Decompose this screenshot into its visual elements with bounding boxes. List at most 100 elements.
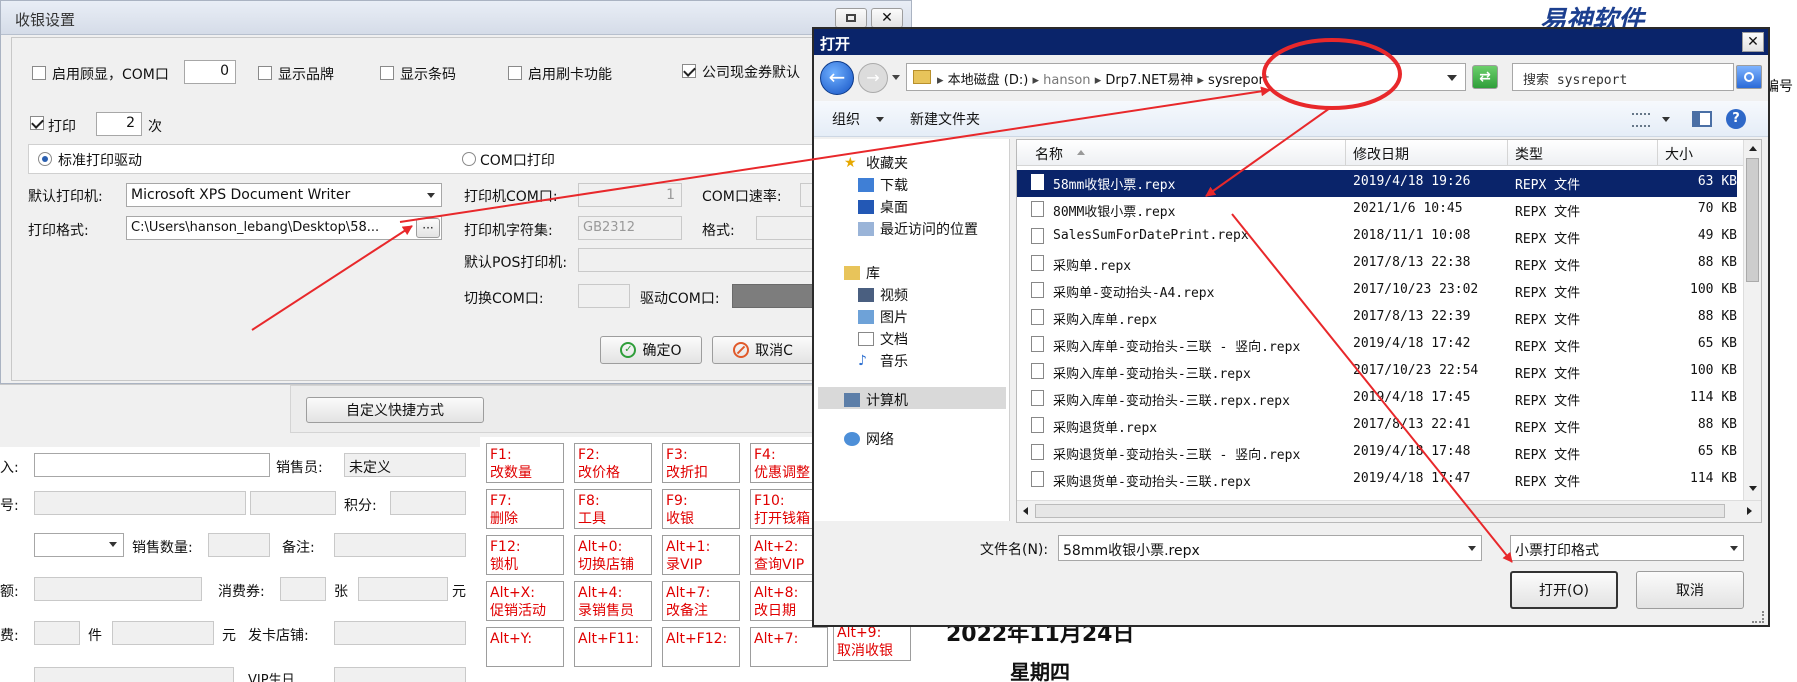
close-button[interactable]: ✕ [871,8,903,28]
charset-input[interactable]: GB2312 [578,216,682,240]
salesperson-field[interactable]: 未定义 [344,453,466,477]
print-count-input[interactable]: 2 [96,112,142,136]
file-type-select[interactable]: 小票打印格式 [1510,535,1744,561]
nav-videos[interactable]: 视频 [858,285,908,305]
nav-music[interactable]: ♪ 音乐 [858,351,908,371]
organize-menu[interactable]: 组织 [832,109,860,129]
nav-libraries[interactable]: 库 [844,263,880,283]
address-bar[interactable]: ▸ 本地磁盘 (D:) ▸ hanson ▸ Drp7.NET易神 ▸ sysr… [906,63,1466,91]
switch-com-input[interactable] [578,284,630,308]
qty-field[interactable] [34,621,80,645]
custom-shortcut-button[interactable]: 自定义快捷方式 [306,397,484,423]
shortcut-key[interactable]: F3: 改折扣 [662,443,740,483]
issue-store-field[interactable] [334,621,466,645]
file-row[interactable]: 采购退货单-变动抬头-三联.repx 2019/4/18 17:47 REPX 文件… [1017,467,1737,494]
printer-com-input[interactable]: 1 [578,183,682,207]
file-row[interactable]: 采购入库单.repx 2017/8/13 22:39 REPX 文件 88 KB [1017,305,1737,332]
col-modified[interactable]: 修改日期 [1353,144,1409,164]
minimize-button[interactable] [835,8,867,28]
search-input[interactable]: 搜索 sysreport [1512,63,1734,91]
browse-button[interactable]: ··· [416,218,440,238]
coupon-default-checkbox[interactable] [682,64,696,78]
remark-field[interactable] [334,533,466,557]
points-field[interactable] [390,491,466,515]
resize-grip-icon[interactable] [1752,611,1764,623]
customer-display-checkbox[interactable] [32,66,46,80]
nav-pictures[interactable]: 图片 [858,307,908,327]
history-dropdown-icon[interactable] [892,75,900,80]
scroll-up-icon[interactable] [1749,146,1757,151]
type-select[interactable] [34,533,124,557]
shortcut-key[interactable]: F2: 改价格 [574,443,652,483]
file-row[interactable]: 采购退货单-变动抬头-三联 - 竖向.repx 2019/4/18 17:48 RE… [1017,440,1737,467]
col-name[interactable]: 名称 [1035,144,1063,164]
shortcut-key[interactable]: F9: 收银 [662,489,740,529]
chevron-down-icon[interactable] [1730,546,1738,551]
view-chevron-icon[interactable] [1662,117,1670,122]
help-icon[interactable]: ? [1726,109,1746,129]
ok-button[interactable]: ✓ 确定O [600,336,702,364]
money-field[interactable] [112,621,214,645]
file-row[interactable]: 采购入库单-变动抬头-三联.repx 2017/10/23 22:54 REPX 文… [1017,359,1737,386]
file-row[interactable]: SalesSumForDatePrint.repx 2018/11/1 10:08… [1017,224,1737,251]
shortcut-key[interactable]: F12: 锁机 [486,535,564,575]
breadcrumb-segment[interactable]: sysreport [1208,73,1269,88]
nav-desktop[interactable]: 桌面 [858,197,908,217]
shortcut-key[interactable]: F8: 工具 [574,489,652,529]
coupon-count-field[interactable] [280,577,326,601]
shortcut-key[interactable]: Alt+F11: [574,627,652,667]
shortcut-key[interactable]: Alt+0: 切换店铺 [574,535,652,575]
coupon-amount-field[interactable] [358,577,448,601]
scroll-thumb[interactable] [1746,158,1759,282]
scroll-down-icon[interactable] [1749,486,1757,491]
shortcut-key[interactable]: Alt+Y: [486,627,564,667]
file-row[interactable]: 58mm收银小票.repx 2019/4/18 19:26 REPX 文件 63 KB [1017,170,1737,197]
nav-documents[interactable]: 文档 [858,329,908,349]
nav-network[interactable]: 网络 [844,429,894,449]
preview-pane-icon[interactable] [1692,111,1712,127]
bottom-select[interactable] [34,667,234,682]
breadcrumb-segment[interactable]: 本地磁盘 (D:) [948,73,1029,88]
open-close-button[interactable]: ✕ [1742,32,1764,52]
search-button[interactable] [1736,65,1762,89]
open-button[interactable]: 打开(O) [1510,571,1618,609]
show-brand-checkbox[interactable] [258,66,272,80]
col-size[interactable]: 大小 [1665,144,1693,164]
shortcut-key[interactable]: F7: 删除 [486,489,564,529]
shortcut-key[interactable]: Alt+4: 录销售员 [574,581,652,621]
print-checkbox[interactable] [30,116,44,130]
file-row[interactable]: 80MM收银小票.repx 2021/1/6 10:45 REPX 文件 70 KB [1017,197,1737,224]
nav-recent[interactable]: 最近访问的位置 [858,219,978,239]
nav-computer[interactable]: 计算机 [844,390,908,410]
print-format-field[interactable]: C:\Users\hanson_lebang\Desktop\58... [126,216,442,240]
amount-field[interactable] [34,577,202,601]
vip-birthday-field[interactable] [334,667,466,682]
sales-qty-field[interactable] [208,533,270,557]
default-printer-select[interactable]: Microsoft XPS Document Writer [126,183,442,207]
file-row[interactable]: 采购退货单.repx 2017/8/13 22:41 REPX 文件 88 KB [1017,413,1737,440]
card-swipe-checkbox[interactable] [508,66,522,80]
breadcrumb-separator-icon[interactable]: ▸ [1091,73,1106,88]
hscroll-thumb[interactable] [1035,504,1725,518]
show-barcode-checkbox[interactable] [380,66,394,80]
view-icon[interactable] [1632,113,1650,127]
file-row[interactable]: 采购入库单-变动抬头-三联.repx.repx 2019/4/18 17:45 RE… [1017,386,1737,413]
breadcrumb-separator-icon[interactable]: ▸ [937,73,948,88]
cancel-button[interactable]: 取消C [712,336,814,364]
shortcut-key-alt9[interactable]: Alt+9: 取消收银 [833,621,911,661]
vip-no-field[interactable] [34,491,246,515]
open-cancel-button[interactable]: 取消 [1636,571,1744,609]
scroll-right-icon[interactable] [1747,507,1752,515]
breadcrumb-separator-icon[interactable]: ▸ [1028,73,1043,88]
std-driver-radio[interactable] [38,152,52,166]
file-row[interactable]: 采购入库单-变动抬头-三联 - 竖向.repx 2019/4/18 17:42 RE… [1017,332,1737,359]
chevron-down-icon[interactable] [1468,546,1476,551]
address-dropdown-icon[interactable] [1447,75,1457,81]
shortcut-key[interactable]: Alt+X: 促销活动 [486,581,564,621]
vip-name-field[interactable] [250,491,336,515]
vertical-scrollbar[interactable] [1743,140,1761,500]
shortcut-key[interactable]: Alt+7: [750,627,828,667]
back-button[interactable]: ← [820,61,854,95]
nav-favorites[interactable]: ★ 收藏夹 [844,153,908,173]
com-print-radio[interactable] [462,152,476,166]
